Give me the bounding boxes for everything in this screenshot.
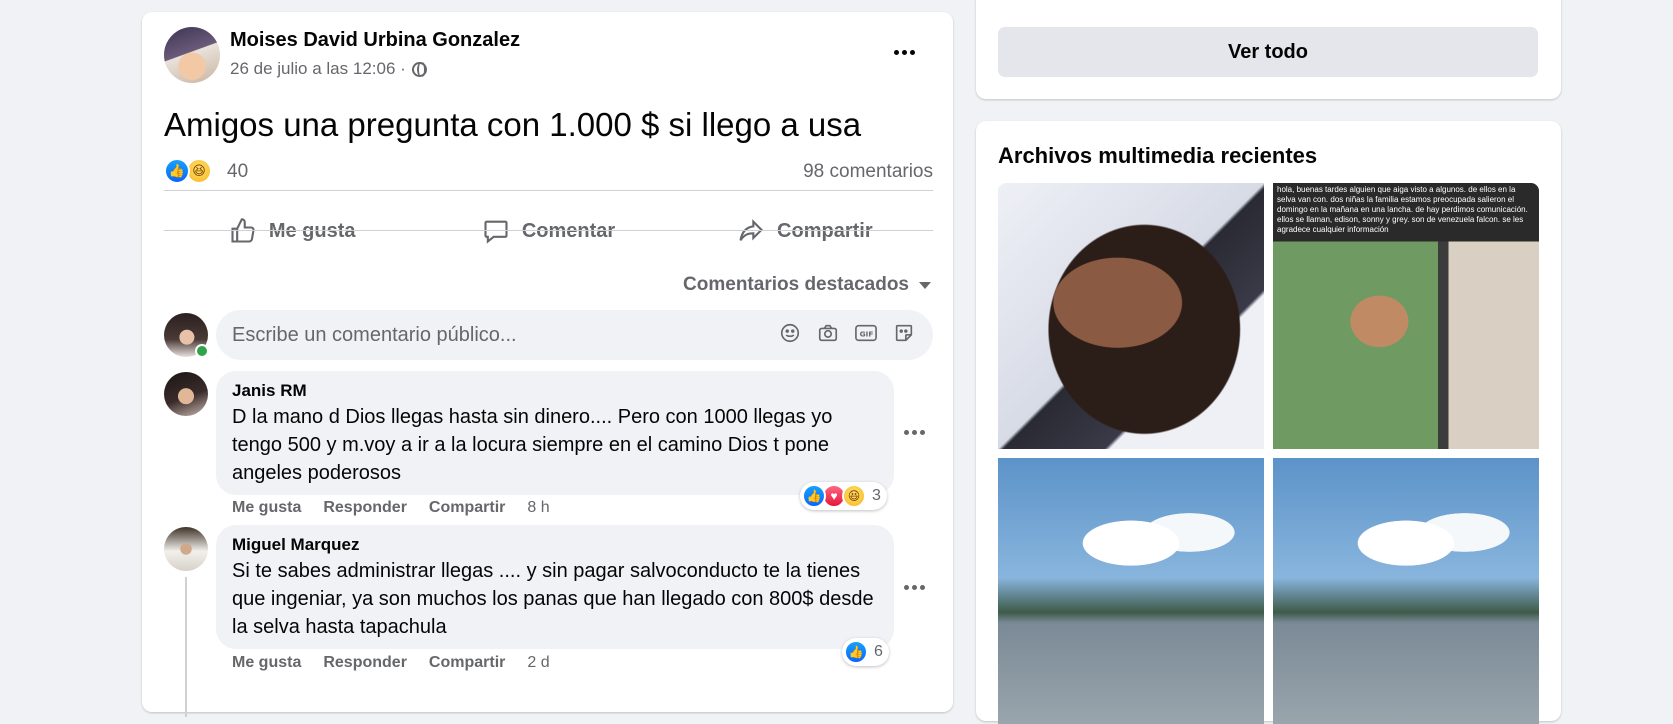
divider [164, 230, 933, 231]
reactions-summary: 👍 😆 40 98 comentarios [164, 158, 933, 188]
divider [164, 190, 933, 191]
comment-reaction-count: 6 [874, 643, 883, 660]
sort-label: Comentarios destacados [683, 274, 909, 295]
comment-bubble: Miguel Marquez Si te sabes administrar l… [216, 525, 894, 649]
comment-actions: Me gusta Responder Compartir 8 h [232, 499, 550, 517]
media-thumbnail[interactable] [1273, 458, 1539, 724]
camera-icon[interactable] [816, 321, 840, 345]
media-grid: hola, buenas tardes alguien que aiga vis… [998, 183, 1539, 724]
post-meta: 26 de julio a las 12:06 · [230, 59, 427, 79]
comment-reply-link[interactable]: Responder [323, 499, 407, 517]
recent-media-title: Archivos multimedia recientes [998, 143, 1318, 168]
like-reaction-icon: 👍 [164, 158, 190, 184]
commenter-avatar[interactable] [164, 527, 208, 571]
share-icon [739, 219, 764, 241]
see-all-button[interactable]: Ver todo [998, 27, 1538, 77]
reply-thread-line [185, 577, 187, 717]
comment-input-tools: GIF [778, 321, 916, 345]
sticker-icon[interactable] [892, 321, 916, 345]
online-status-dot [195, 344, 209, 358]
comment-label: Comentar [521, 219, 616, 242]
thumbs-up-icon [231, 218, 255, 243]
comment-bubble: Janis RM D la mano d Dios llegas hasta s… [216, 371, 894, 495]
media-caption: hola, buenas tardes alguien que aiga vis… [1277, 185, 1528, 234]
like-reaction-icon: 👍 [802, 484, 826, 508]
recent-media-card: Archivos multimedia recientes hola, buen… [976, 121, 1561, 724]
share-label: Compartir [777, 219, 873, 242]
comment-share-link[interactable]: Compartir [429, 654, 505, 672]
post-text: Amigos una pregunta con 1.000 $ si llego… [164, 106, 862, 143]
gif-icon[interactable]: GIF [854, 321, 878, 345]
post-card: Moises David Urbina Gonzalez 26 de julio… [142, 12, 953, 717]
reaction-count[interactable]: 40 [227, 161, 248, 183]
like-button[interactable]: Me gusta [164, 204, 420, 258]
comment-like-link[interactable]: Me gusta [232, 499, 301, 517]
emoji-icon[interactable] [778, 321, 802, 345]
author-avatar[interactable] [164, 27, 220, 83]
sidebar-card: Ver todo [976, 0, 1561, 99]
reaction-icons[interactable]: 👍 😆 [164, 158, 212, 184]
comment-reply-link[interactable]: Responder [323, 654, 407, 672]
comment-text: Si te sabes administrar llegas .... y si… [232, 560, 874, 638]
media-thumbnail[interactable] [998, 183, 1264, 449]
commenter-avatar[interactable] [164, 372, 208, 416]
svg-text:GIF: GIF [860, 330, 874, 339]
post-options-icon[interactable] [886, 34, 922, 70]
current-user-avatar[interactable] [164, 313, 209, 358]
post-author[interactable]: Moises David Urbina Gonzalez [230, 29, 520, 52]
comment-time[interactable]: 8 h [527, 499, 549, 517]
post-timestamp[interactable]: 26 de julio a las 12:06 · [230, 59, 406, 79]
like-label: Me gusta [268, 219, 356, 242]
comment-reactions[interactable]: 👍 6 [842, 638, 889, 666]
caret-down-icon [919, 281, 931, 289]
comment-reaction-count: 3 [872, 487, 881, 504]
comment-button[interactable]: Comentar [420, 204, 676, 258]
comment-actions: Me gusta Responder Compartir 2 d [232, 654, 550, 672]
commenter-name[interactable]: Janis RM [232, 381, 878, 401]
like-reaction-icon: 👍 [844, 640, 868, 664]
comment-icon [484, 220, 508, 244]
share-button[interactable]: Compartir [677, 204, 933, 258]
comment-sort-dropdown[interactable]: Comentarios destacados [683, 274, 931, 296]
comment-count[interactable]: 98 comentarios [803, 161, 933, 183]
media-thumbnail[interactable] [998, 458, 1264, 724]
comment-reactions[interactable]: 👍 ♥ 😆 3 [800, 482, 887, 510]
comment-like-link[interactable]: Me gusta [232, 654, 301, 672]
haha-reaction-icon: 😆 [842, 484, 866, 508]
post-actions: Me gusta Comentar Compartir [164, 204, 933, 258]
comment-options-icon[interactable] [896, 414, 932, 450]
commenter-name[interactable]: Miguel Marquez [232, 535, 878, 555]
comment-share-link[interactable]: Compartir [429, 499, 505, 517]
media-thumbnail[interactable]: hola, buenas tardes alguien que aiga vis… [1273, 183, 1539, 449]
comment-text: D la mano d Dios llegas hasta sin dinero… [232, 406, 833, 484]
comment-time[interactable]: 2 d [527, 654, 549, 672]
comment-options-icon[interactable] [896, 569, 932, 605]
globe-icon [411, 61, 427, 77]
